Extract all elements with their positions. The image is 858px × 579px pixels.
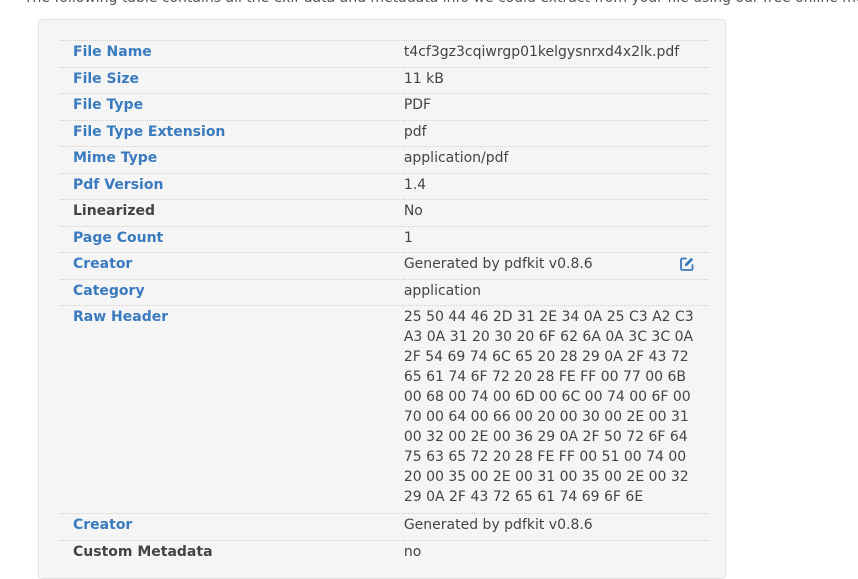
row-value-linearized: No bbox=[403, 199, 709, 226]
row-key-file-name[interactable]: File Name bbox=[59, 40, 404, 67]
raw-header-hex: 25 50 44 46 2D 31 2E 34 0A 25 C3 A2 C3 A… bbox=[403, 309, 694, 505]
row-value-category: application bbox=[403, 278, 709, 306]
row-value-page-count: 1 bbox=[403, 225, 709, 253]
row-value-file-type-extension: pdf bbox=[403, 119, 709, 147]
row-key-category[interactable]: Category bbox=[59, 278, 404, 306]
row-value-file-name: t4cf3gz3cqiwrgp01kelgysnrxd4x2lk.pdf bbox=[403, 40, 709, 67]
table-row: Raw Header 25 50 44 46 2D 31 2E 34 0A 25… bbox=[59, 305, 709, 514]
row-key-file-size[interactable]: File Size bbox=[59, 66, 404, 94]
edit-icon[interactable] bbox=[679, 256, 695, 272]
table-row: File Size 11 kB bbox=[59, 66, 709, 94]
row-key-file-type[interactable]: File Type bbox=[59, 93, 404, 120]
row-key-page-count[interactable]: Page Count bbox=[59, 225, 404, 253]
metadata-table: File Name t4cf3gz3cqiwrgp01kelgysnrxd4x2… bbox=[59, 40, 709, 567]
table-row: Custom Metadata no bbox=[59, 539, 709, 567]
table-row: Linearized No bbox=[59, 199, 709, 226]
row-value-raw-header: 25 50 44 46 2D 31 2E 34 0A 25 C3 A2 C3 A… bbox=[403, 305, 709, 514]
table-row: File Name t4cf3gz3cqiwrgp01kelgysnrxd4x2… bbox=[59, 40, 709, 67]
row-value-mime-type: application/pdf bbox=[403, 146, 709, 173]
row-key-custom-metadata: Custom Metadata bbox=[59, 539, 404, 567]
table-row: Category application bbox=[59, 278, 709, 306]
metadata-panel: File Name t4cf3gz3cqiwrgp01kelgysnrxd4x2… bbox=[38, 19, 726, 579]
table-row: File Type PDF bbox=[59, 93, 709, 120]
row-value-pdf-version: 1.4 bbox=[403, 172, 709, 200]
row-key-pdf-version[interactable]: Pdf Version bbox=[59, 172, 404, 200]
row-key-raw-header[interactable]: Raw Header bbox=[59, 305, 404, 514]
table-row: Page Count 1 bbox=[59, 225, 709, 253]
table-row: Pdf Version 1.4 bbox=[59, 172, 709, 200]
table-row: Creator Generated by pdfkit v0.8.6 bbox=[59, 252, 709, 279]
row-key-mime-type[interactable]: Mime Type bbox=[59, 146, 404, 173]
intro-text: The following table contains all the exi… bbox=[24, 0, 858, 8]
row-value-file-size: 11 kB bbox=[403, 66, 709, 94]
table-row: Mime Type application/pdf bbox=[59, 146, 709, 173]
table-row: File Type Extension pdf bbox=[59, 119, 709, 147]
row-value-custom-metadata: no bbox=[403, 539, 709, 567]
row-key-creator-2[interactable]: Creator bbox=[59, 513, 404, 540]
row-key-linearized: Linearized bbox=[59, 199, 404, 226]
creator-value-text: Generated by pdfkit v0.8.6 bbox=[403, 256, 593, 272]
row-key-file-type-extension[interactable]: File Type Extension bbox=[59, 119, 404, 147]
row-value-creator-2: Generated by pdfkit v0.8.6 bbox=[403, 513, 709, 540]
row-value-creator: Generated by pdfkit v0.8.6 bbox=[403, 252, 709, 279]
row-key-creator[interactable]: Creator bbox=[59, 252, 404, 279]
row-value-file-type: PDF bbox=[403, 93, 709, 120]
table-row: Creator Generated by pdfkit v0.8.6 bbox=[59, 513, 709, 540]
